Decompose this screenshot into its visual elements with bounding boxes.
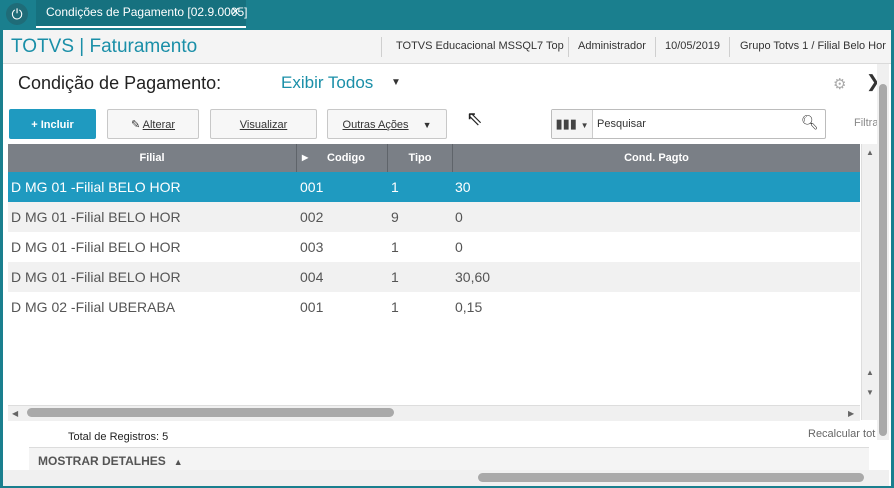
- table-row[interactable]: D MG 01 -Filial BELO HOR 001 1 30: [8, 172, 860, 202]
- alterar-button[interactable]: ✎ Alterar: [107, 109, 199, 139]
- search-icon[interactable]: 🔍︎: [801, 114, 819, 131]
- chevron-down-icon: ▼: [422, 120, 432, 130]
- sort-indicator-icon: ▶: [302, 153, 309, 162]
- cell-filial: D MG 02 -Filial UBERABA: [11, 299, 176, 315]
- cell-cond-pagto: 30: [455, 179, 471, 195]
- scrollbar-thumb[interactable]: [879, 84, 887, 436]
- cell-cond-pagto: 0: [455, 209, 463, 225]
- scroll-left-icon[interactable]: ◀: [12, 409, 18, 418]
- header-divider: [568, 37, 569, 57]
- mostrar-detalhes-toggle[interactable]: MOSTRAR DETALHES ▲: [38, 454, 183, 468]
- environment-label: TOTVS Educacional MSSQL7 Top: [396, 40, 564, 52]
- grid-vertical-scrollbar[interactable]: ▲ ▲ ▼: [861, 144, 878, 420]
- company-label[interactable]: Grupo Totvs 1 / Filial Belo Hor: [740, 40, 886, 52]
- cell-tipo: 1: [391, 239, 399, 255]
- search-columns-button[interactable]: ▮▮▮ ▼: [552, 110, 593, 138]
- columns-icon: ▮▮▮: [555, 116, 577, 131]
- cell-cond-pagto: 0: [455, 239, 463, 255]
- column-header-cond-pagto[interactable]: Cond. Pagto: [453, 144, 860, 172]
- scroll-up-icon[interactable]: ▲: [866, 148, 874, 157]
- chevron-down-icon[interactable]: ▼: [391, 77, 401, 88]
- tab-title: Condições de Pagamento [02.9.0005]: [46, 5, 248, 19]
- header-divider: [729, 37, 730, 57]
- tab-condicoes-pagamento[interactable]: Condições de Pagamento [02.9.0005] ✕: [36, 0, 248, 28]
- incluir-button[interactable]: + Incluir: [9, 109, 96, 139]
- cell-tipo: 1: [391, 299, 399, 315]
- outras-acoes-button[interactable]: Outras Ações ▼: [327, 109, 447, 139]
- close-tab-icon[interactable]: ✕: [231, 0, 240, 24]
- mostrar-detalhes-label: MOSTRAR DETALHES: [38, 454, 166, 468]
- column-header-tipo[interactable]: Tipo: [388, 144, 453, 172]
- mouse-cursor-icon: ⇖: [466, 108, 483, 130]
- home-icon[interactable]: ⏻: [6, 3, 28, 25]
- chevron-up-icon: ▲: [173, 457, 183, 467]
- scrollbar-thumb[interactable]: [478, 473, 864, 482]
- cell-codigo: 001: [300, 179, 324, 195]
- app-title: TOTVS | Faturamento: [11, 36, 198, 57]
- cell-filial: D MG 01 -Filial BELO HOR: [11, 179, 181, 195]
- cell-codigo: 003: [300, 239, 324, 255]
- cell-codigo: 004: [300, 269, 324, 285]
- visualizar-button[interactable]: Visualizar: [210, 109, 317, 139]
- page-title: Condição de Pagamento:: [18, 73, 222, 93]
- scroll-up-icon[interactable]: ▲: [866, 368, 874, 377]
- header-divider: [655, 37, 656, 57]
- cell-filial: D MG 01 -Filial BELO HOR: [11, 239, 181, 255]
- cell-cond-pagto: 30,60: [455, 269, 491, 285]
- cell-tipo: 1: [391, 179, 399, 195]
- outras-acoes-label: Outras Ações: [342, 119, 409, 131]
- user-label[interactable]: Administrador: [578, 40, 646, 52]
- scroll-right-icon[interactable]: ▶: [848, 409, 854, 418]
- column-header-filial[interactable]: Filial: [8, 144, 297, 172]
- view-filter-dropdown[interactable]: Exibir Todos: [281, 73, 373, 93]
- cell-codigo: 001: [300, 299, 324, 315]
- cell-filial: D MG 01 -Filial BELO HOR: [11, 269, 181, 285]
- table-row[interactable]: D MG 01 -Filial BELO HOR 004 1 30,60: [8, 262, 860, 292]
- header-divider: [381, 37, 382, 57]
- table-row[interactable]: D MG 02 -Filial UBERABA 001 1 0,15: [8, 292, 860, 322]
- pencil-icon: ✎: [130, 119, 143, 131]
- date-label: 10/05/2019: [665, 40, 721, 52]
- alterar-label: Alterar: [142, 119, 176, 131]
- column-header-codigo-label: Codigo: [327, 152, 365, 164]
- cell-tipo: 9: [391, 209, 399, 225]
- recalcular-link[interactable]: Recalcular tot: [808, 428, 875, 440]
- cell-tipo: 1: [391, 269, 399, 285]
- filter-link[interactable]: Filtra: [854, 117, 878, 129]
- cell-filial: D MG 01 -Filial BELO HOR: [11, 209, 181, 225]
- table-row[interactable]: D MG 01 -Filial BELO HOR 003 1 0: [8, 232, 860, 262]
- total-records: Total de Registros: 5: [68, 431, 169, 443]
- cell-codigo: 002: [300, 209, 324, 225]
- cell-cond-pagto: 0,15: [455, 299, 483, 315]
- chevron-down-icon: ▼: [580, 121, 589, 130]
- search-input[interactable]: [597, 115, 787, 132]
- scroll-down-icon[interactable]: ▼: [866, 388, 874, 397]
- gear-icon[interactable]: ⚙: [833, 75, 846, 93]
- visualizar-label: Visualizar: [239, 119, 288, 131]
- table-row[interactable]: D MG 01 -Filial BELO HOR 002 9 0: [8, 202, 860, 232]
- column-header-codigo[interactable]: ▶ Codigo: [297, 144, 388, 172]
- scrollbar-thumb[interactable]: [27, 408, 394, 417]
